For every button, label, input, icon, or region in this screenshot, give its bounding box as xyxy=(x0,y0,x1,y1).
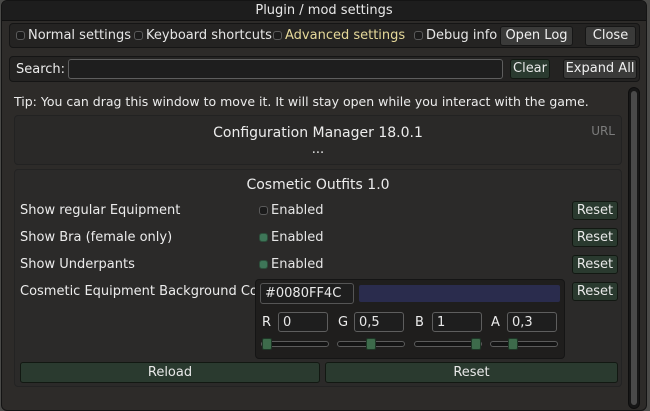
config-manager-section: Configuration Manager 18.0.1 URL ... xyxy=(14,115,622,165)
g-channel-label: G xyxy=(338,315,349,330)
color-editor: R G B A xyxy=(255,279,565,359)
g-channel-input[interactable] xyxy=(354,312,404,332)
vertical-scrollbar[interactable] xyxy=(628,87,640,409)
b-channel-slider[interactable] xyxy=(414,338,482,350)
reload-button[interactable]: Reload xyxy=(20,362,320,383)
b-channel-label: B xyxy=(415,315,424,330)
a-channel-slider[interactable] xyxy=(490,338,558,350)
setting-label: Show regular Equipment xyxy=(20,203,181,218)
search-label: Search: xyxy=(16,62,66,77)
tip-text: Tip: You can drag this window to move it… xyxy=(14,94,589,109)
b-channel-input[interactable] xyxy=(432,312,482,332)
color-setting-label: Cosmetic Equipment Background Color xyxy=(20,284,275,299)
a-channel-label: A xyxy=(491,315,500,330)
config-manager-ellipsis: ... xyxy=(311,142,325,157)
checkbox-icon xyxy=(414,31,423,40)
debug-info-toggle[interactable]: Debug info xyxy=(414,28,497,43)
settings-window[interactable]: Plugin / mod settings Normal settings Ke… xyxy=(1,0,647,411)
show-regular-equipment-checkbox[interactable]: Enabled xyxy=(259,203,324,218)
radio-icon xyxy=(16,31,25,40)
checkbox-icon xyxy=(259,206,268,215)
r-channel-input[interactable] xyxy=(278,312,328,332)
toolbar: Normal settings Keyboard shortcuts Advan… xyxy=(9,23,640,48)
show-bra-checkbox[interactable]: Enabled xyxy=(259,230,324,245)
plugin-section: Cosmetic Outfits 1.0 Show regular Equipm… xyxy=(14,169,622,387)
slider-thumb[interactable] xyxy=(366,338,376,350)
r-channel-label: R xyxy=(262,315,272,330)
checkbox-checked-icon xyxy=(259,260,268,269)
slider-thumb[interactable] xyxy=(262,338,272,350)
close-button[interactable]: Close xyxy=(585,26,636,46)
scrollbar-thumb[interactable] xyxy=(631,91,637,405)
config-manager-url-link[interactable]: URL xyxy=(591,124,615,138)
reset-color-button[interactable]: Reset xyxy=(572,282,618,301)
reset-show-bra-button[interactable]: Reset xyxy=(572,228,618,247)
setting-label: Show Underpants xyxy=(20,257,135,272)
slider-thumb[interactable] xyxy=(471,338,481,350)
g-channel-slider[interactable] xyxy=(337,338,405,350)
reset-show-underpants-button[interactable]: Reset xyxy=(572,255,618,274)
reset-all-button[interactable]: Reset xyxy=(325,362,618,383)
search-input[interactable] xyxy=(68,59,503,79)
r-channel-slider[interactable] xyxy=(261,338,329,350)
search-bar: Search: Clear Expand All xyxy=(9,56,640,82)
checkbox-checked-icon xyxy=(259,233,268,242)
a-channel-input[interactable] xyxy=(507,312,557,332)
config-manager-title: Configuration Manager 18.0.1 xyxy=(213,125,423,141)
advanced-settings-toggle[interactable]: Advanced settings xyxy=(273,28,405,43)
clear-search-button[interactable]: Clear xyxy=(510,59,550,79)
expand-all-button[interactable]: Expand All xyxy=(563,59,637,79)
normal-settings-toggle[interactable]: Normal settings xyxy=(16,28,131,43)
checkbox-icon xyxy=(273,31,282,40)
slider-thumb[interactable] xyxy=(508,338,518,350)
show-underpants-checkbox[interactable]: Enabled xyxy=(259,257,324,272)
radio-icon xyxy=(134,31,143,40)
setting-label: Show Bra (female only) xyxy=(20,230,173,245)
hex-color-input[interactable] xyxy=(260,283,354,304)
keyboard-shortcuts-toggle[interactable]: Keyboard shortcuts xyxy=(134,28,272,43)
window-title[interactable]: Plugin / mod settings xyxy=(2,1,646,21)
open-log-button[interactable]: Open Log xyxy=(500,26,573,46)
color-swatch[interactable] xyxy=(359,285,560,302)
reset-show-regular-equipment-button[interactable]: Reset xyxy=(572,201,618,220)
plugin-title: Cosmetic Outfits 1.0 xyxy=(246,177,390,193)
